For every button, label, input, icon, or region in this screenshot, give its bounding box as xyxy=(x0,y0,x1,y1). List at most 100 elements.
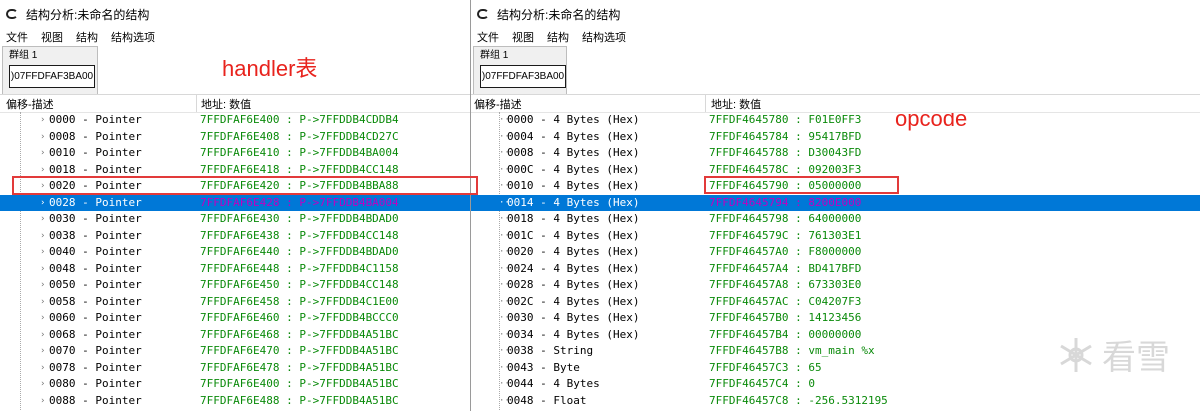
row-address-value: 7FFDF46457A4 : BD417BFD xyxy=(709,261,862,275)
right-window-title: 结构分析:未命名的结构 xyxy=(497,7,621,22)
left-titlebar[interactable]: 结构分析:未命名的结构 xyxy=(0,0,470,28)
row-address-value: 7FFDFAF6E430 : P->7FFDDB4BDAD0 xyxy=(200,212,399,225)
expand-arrow-icon[interactable]: › xyxy=(40,244,45,261)
row-offset-description: 0000 - 4 Bytes (Hex) xyxy=(507,113,640,126)
row-offset-description: 0020 - 4 Bytes (Hex) xyxy=(507,245,640,258)
value-column-header[interactable]: 地址: 数值 xyxy=(711,96,761,112)
table-row[interactable]: ·· 0028 - 4 Bytes (Hex) 7FFDF46457A8 : 673… xyxy=(471,277,1200,294)
table-row[interactable]: ·· 0014 - 4 Bytes (Hex) 7FFDF4645794 : 820… xyxy=(471,194,1200,211)
row-offset-description: 002C - 4 Bytes (Hex) xyxy=(507,294,640,308)
menu-structure-options[interactable]: 结构选项 xyxy=(582,29,626,45)
expand-arrow-icon[interactable]: › xyxy=(40,393,45,410)
row-address-value: 7FFDF464579C : 761303E1 xyxy=(709,228,862,242)
row-address-value: 7FFDF46457B8 : vm_main %x xyxy=(709,344,875,357)
table-row[interactable]: ·· 0000 - 4 Bytes (Hex) 7FFDF4645780 : F01… xyxy=(471,112,1200,129)
row-offset-description: 0018 - 4 Bytes (Hex) xyxy=(507,212,640,225)
row-offset-description: 0000 - Pointer xyxy=(49,113,142,126)
row-offset-description: 0038 - Pointer xyxy=(49,228,142,242)
row-address-value: 7FFDFAF6E450 : P->7FFDDB4CC148 xyxy=(200,278,399,291)
table-row[interactable]: › 0070 - Pointer 7FFDFAF6E470 : P->7FFDDB4… xyxy=(0,343,470,360)
menu-structure[interactable]: 结构 xyxy=(547,29,569,45)
row-address-value: 7FFDFAF6E458 : P->7FFDDB4C1E00 xyxy=(200,294,399,308)
right-group-box: 群组 1 )07FFDFAF3BA00 xyxy=(473,46,567,96)
table-row[interactable]: › 0060 - Pointer 7FFDFAF6E460 : P->7FFDDB4… xyxy=(0,310,470,327)
row-address-value: 7FFDFAF6E448 : P->7FFDDB4C1158 xyxy=(200,261,399,275)
table-row[interactable]: › 0008 - Pointer 7FFDFAF6E408 : P->7FFDDB4… xyxy=(0,129,470,146)
expand-arrow-icon[interactable]: › xyxy=(40,360,45,377)
table-row[interactable]: ·· 0020 - 4 Bytes (Hex) 7FFDF46457A0 : F80… xyxy=(471,244,1200,261)
row-address-value: 7FFDF46457A8 : 673303E0 xyxy=(709,278,862,291)
row-address-value: 7FFDFAF6E400 : P->7FFDDB4A51BC xyxy=(200,377,399,390)
right-titlebar[interactable]: 结构分析:未命名的结构 xyxy=(471,0,1200,28)
row-offset-description: 0088 - Pointer xyxy=(49,393,142,407)
row-address-value: 7FFDF46457C3 : 65 xyxy=(709,360,822,374)
right-column-header: 偏移-描述 地址: 数值 xyxy=(471,94,1200,113)
expand-arrow-icon[interactable]: › xyxy=(40,277,45,294)
expand-arrow-icon[interactable]: › xyxy=(40,211,45,228)
table-row[interactable]: › 0080 - Pointer 7FFDFAF6E400 : P->7FFDDB4… xyxy=(0,376,470,393)
row-offset-description: 0024 - 4 Bytes (Hex) xyxy=(507,261,640,275)
table-row[interactable]: › 0000 - Pointer 7FFDFAF6E400 : P->7FFDDB4… xyxy=(0,112,470,129)
value-column-header[interactable]: 地址: 数值 xyxy=(201,96,251,112)
table-row[interactable]: › 0030 - Pointer 7FFDFAF6E430 : P->7FFDDB4… xyxy=(0,211,470,228)
table-row[interactable]: ·· 0018 - 4 Bytes (Hex) 7FFDF4645798 : 640… xyxy=(471,211,1200,228)
table-row[interactable]: ·· 001C - 4 Bytes (Hex) 7FFDF464579C : 761… xyxy=(471,228,1200,245)
offset-column-header[interactable]: 偏移-描述 xyxy=(474,96,522,112)
table-row[interactable]: › 0058 - Pointer 7FFDFAF6E458 : P->7FFDDB4… xyxy=(0,294,470,311)
row-address-value: 7FFDFAF6E470 : P->7FFDDB4A51BC xyxy=(200,344,399,357)
group-label: 群组 1 xyxy=(9,50,38,61)
menu-structure[interactable]: 结构 xyxy=(76,29,98,45)
table-row[interactable]: › 0048 - Pointer 7FFDFAF6E448 : P->7FFDDB4… xyxy=(0,261,470,278)
row-address-value: 7FFDF4645794 : 8200E000 xyxy=(709,195,862,209)
table-row[interactable]: › 0050 - Pointer 7FFDFAF6E450 : P->7FFDDB4… xyxy=(0,277,470,294)
table-row[interactable]: › 0038 - Pointer 7FFDFAF6E438 : P->7FFDDB4… xyxy=(0,228,470,245)
left-group-box: 群组 1 )07FFDFAF3BA00 xyxy=(2,46,98,96)
table-row[interactable]: › 0028 - Pointer 7FFDFAF6E428 : P->7FFDDB4… xyxy=(0,194,470,212)
row-address-value: 7FFDFAF6E440 : P->7FFDDB4BDAD0 xyxy=(200,245,399,258)
expand-arrow-icon[interactable]: › xyxy=(40,228,45,245)
expand-arrow-icon[interactable]: › xyxy=(40,129,45,146)
table-row[interactable]: ·· 0004 - 4 Bytes (Hex) 7FFDF4645784 : 954… xyxy=(471,129,1200,146)
table-row[interactable]: › 0010 - Pointer 7FFDFAF6E410 : P->7FFDDB4… xyxy=(0,145,470,162)
expand-arrow-icon[interactable]: › xyxy=(40,294,45,311)
expand-arrow-icon[interactable]: › xyxy=(40,343,45,360)
offset-column-header[interactable]: 偏移-描述 xyxy=(6,96,54,112)
expand-arrow-icon[interactable]: › xyxy=(40,145,45,162)
address-input[interactable]: )07FFDFAF3BA00 xyxy=(480,65,566,88)
menu-file[interactable]: 文件 xyxy=(6,29,28,45)
table-row[interactable]: › 0088 - Pointer 7FFDFAF6E488 : P->7FFDDB4… xyxy=(0,393,470,410)
row-offset-description: 0030 - Pointer xyxy=(49,212,142,225)
address-input[interactable]: )07FFDFAF3BA00 xyxy=(9,65,95,88)
row-address-value: 7FFDF4645780 : F01E0FF3 xyxy=(709,113,862,126)
right-menubar: 文件 视图 结构 结构选项 xyxy=(471,28,1200,46)
expand-arrow-icon[interactable]: › xyxy=(40,261,45,278)
table-row[interactable]: ·· 0030 - 4 Bytes (Hex) 7FFDF46457B0 : 141… xyxy=(471,310,1200,327)
table-row[interactable]: ·· 0008 - 4 Bytes (Hex) 7FFDF4645788 : D30… xyxy=(471,145,1200,162)
expand-arrow-icon[interactable]: › xyxy=(40,310,45,327)
expand-arrow-icon[interactable]: › xyxy=(40,195,45,212)
menu-file[interactable]: 文件 xyxy=(477,29,499,45)
table-row[interactable]: ·· 0024 - 4 Bytes (Hex) 7FFDF46457A4 : BD4… xyxy=(471,261,1200,278)
table-row[interactable]: › 0078 - Pointer 7FFDFAF6E478 : P->7FFDDB4… xyxy=(0,360,470,377)
menu-structure-options[interactable]: 结构选项 xyxy=(111,29,155,45)
row-address-value: 7FFDF46457B4 : 00000000 xyxy=(709,327,862,341)
row-address-value: 7FFDFAF6E408 : P->7FFDDB4CD27C xyxy=(200,129,399,143)
menu-view[interactable]: 视图 xyxy=(512,29,534,45)
table-row[interactable]: ·· 002C - 4 Bytes (Hex) 7FFDF46457AC : C04… xyxy=(471,294,1200,311)
group-label: 群组 1 xyxy=(480,50,509,61)
row-offset-description: 000C - 4 Bytes (Hex) xyxy=(507,162,640,176)
expand-arrow-icon[interactable]: › xyxy=(40,327,45,344)
left-menubar: 文件 视图 结构 结构选项 xyxy=(0,28,470,46)
watermark-text: 看雪 xyxy=(1102,339,1170,377)
table-row[interactable]: › 0040 - Pointer 7FFDFAF6E440 : P->7FFDDB4… xyxy=(0,244,470,261)
expand-arrow-icon[interactable]: › xyxy=(40,376,45,393)
row-address-value: 7FFDF46457C4 : 0 xyxy=(709,377,815,390)
expand-arrow-icon[interactable]: › xyxy=(40,112,45,129)
menu-view[interactable]: 视图 xyxy=(41,29,63,45)
row-offset-description: 0050 - Pointer xyxy=(49,278,142,291)
row-offset-description: 0028 - Pointer xyxy=(49,195,142,209)
table-row[interactable]: ·· 0048 - Float 7FFDF46457C8 : -256.531219… xyxy=(471,393,1200,410)
table-row[interactable]: › 0068 - Pointer 7FFDFAF6E468 : P->7FFDDB4… xyxy=(0,327,470,344)
row-offset-description: 0040 - Pointer xyxy=(49,245,142,258)
row-offset-description: 0080 - Pointer xyxy=(49,377,142,390)
